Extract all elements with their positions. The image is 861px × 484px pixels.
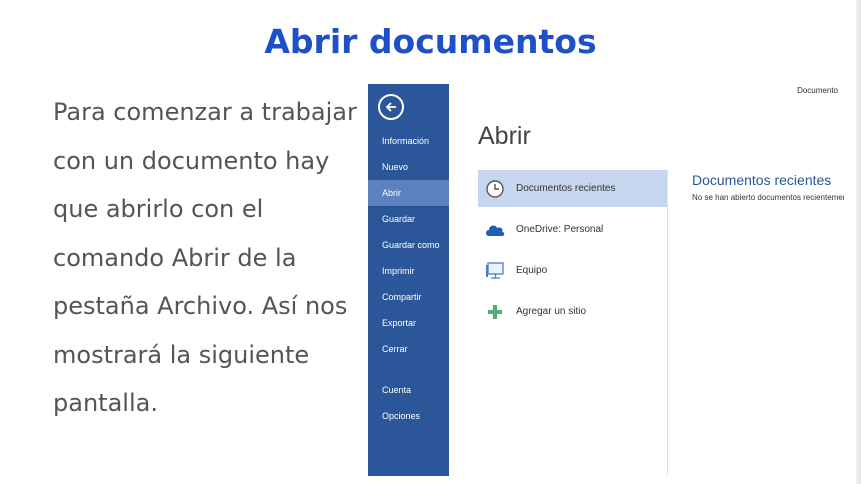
place-label: OneDrive: Personal <box>516 224 604 235</box>
cloud-icon <box>484 219 506 241</box>
nav-item-imprimir[interactable]: Imprimir <box>368 258 449 284</box>
nav-item-informacion[interactable]: Información <box>368 128 449 154</box>
plus-icon <box>484 301 506 323</box>
panel-divider <box>667 170 668 476</box>
slide-edge <box>856 0 861 484</box>
place-agregar-sitio[interactable]: Agregar un sitio <box>478 293 668 330</box>
open-places-list: Documentos recientes OneDrive: Personal … <box>478 170 668 334</box>
nav-item-abrir[interactable]: Abrir <box>368 180 449 206</box>
open-heading: Abrir <box>478 122 531 150</box>
computer-icon <box>484 260 506 282</box>
back-arrow-icon <box>385 102 396 112</box>
place-label: Agregar un sitio <box>516 306 587 317</box>
slide-title: Abrir documentos <box>264 22 597 61</box>
backstage-sidebar: Información Nuevo Abrir Guardar Guardar … <box>368 84 449 476</box>
place-label: Equipo <box>516 265 548 276</box>
recent-documents-heading: Documentos recientes <box>692 172 832 188</box>
nav-item-exportar[interactable]: Exportar <box>368 310 449 336</box>
backstage-nav: Información Nuevo Abrir Guardar Guardar … <box>368 128 449 429</box>
back-button[interactable] <box>378 94 404 120</box>
recent-documents-empty-text: No se han abierto documentos recientemen… <box>692 193 844 202</box>
nav-item-compartir[interactable]: Compartir <box>368 284 449 310</box>
document-name-label: Documento <box>797 86 838 95</box>
nav-item-cerrar[interactable]: Cerrar <box>368 336 449 362</box>
clock-icon <box>484 178 506 200</box>
place-equipo[interactable]: Equipo <box>478 252 668 289</box>
nav-spacer <box>368 362 449 377</box>
word-open-screenshot: Información Nuevo Abrir Guardar Guardar … <box>368 84 850 476</box>
nav-item-nuevo[interactable]: Nuevo <box>368 154 449 180</box>
slide-body-text: Para comenzar a trabajar con un document… <box>53 98 357 417</box>
nav-item-guardar-como[interactable]: Guardar como <box>368 232 449 258</box>
nav-item-opciones[interactable]: Opciones <box>368 403 449 429</box>
place-label: Documentos recientes <box>516 183 616 194</box>
nav-item-guardar[interactable]: Guardar <box>368 206 449 232</box>
place-documentos-recientes[interactable]: Documentos recientes <box>478 170 668 207</box>
place-onedrive[interactable]: OneDrive: Personal <box>478 211 668 248</box>
nav-item-cuenta[interactable]: Cuenta <box>368 377 449 403</box>
